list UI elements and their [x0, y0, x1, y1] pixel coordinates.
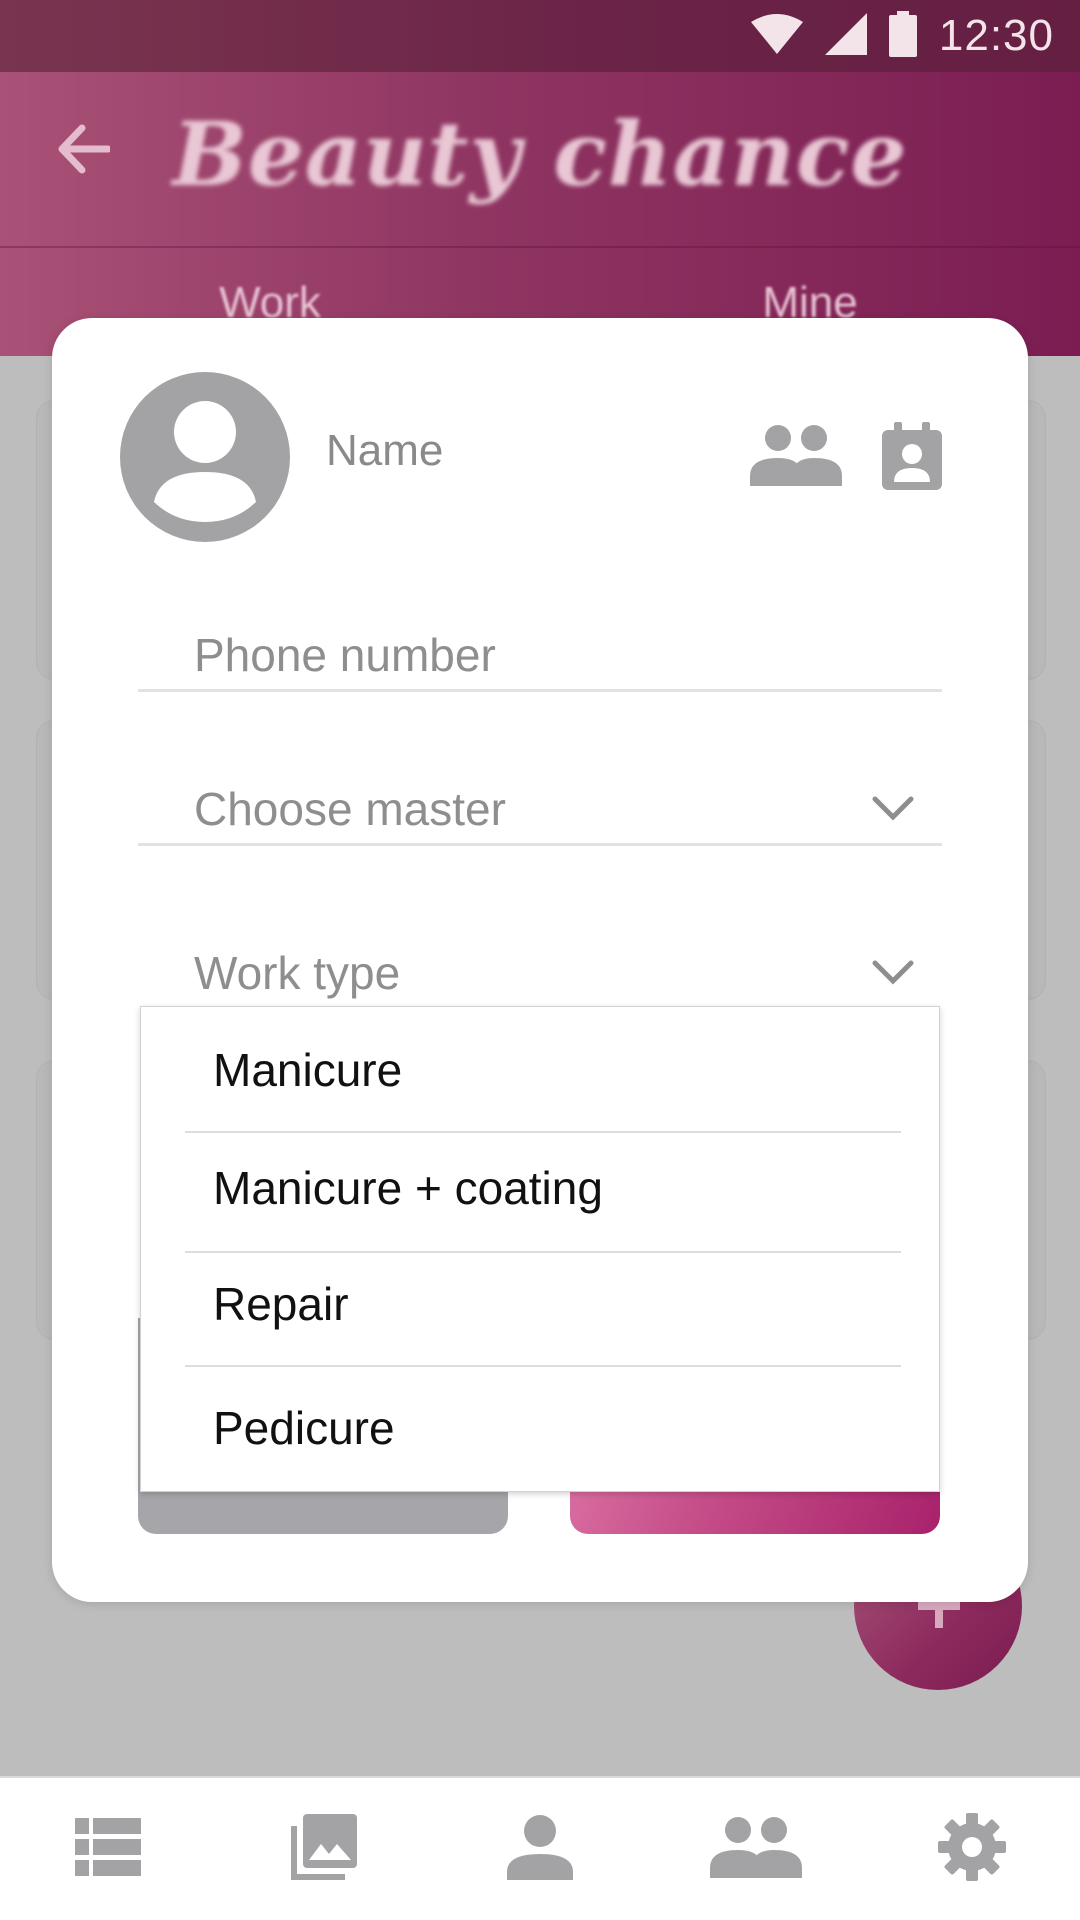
nav-profile[interactable] [470, 1799, 610, 1899]
contact-calendar-icon[interactable] [882, 422, 942, 495]
nav-settings[interactable] [902, 1799, 1042, 1899]
status-bar: 12:30 [0, 0, 1080, 72]
nav-clients[interactable] [686, 1799, 826, 1899]
app-title: Beauty chance [172, 102, 908, 206]
wifi-icon [750, 13, 803, 59]
person-icon [507, 1814, 573, 1885]
signal-icon [824, 12, 867, 60]
app-bar: Beauty chance Work Mine [0, 72, 1080, 356]
phone-number-placeholder: Phone number [194, 629, 496, 681]
option-label: Manicure + coating [213, 1162, 603, 1214]
dropdown-option-manicure-coating[interactable]: Manicure + coating [141, 1125, 941, 1235]
group-icon[interactable] [750, 424, 842, 491]
status-time: 12:30 [938, 11, 1054, 60]
choose-master-placeholder: Choose master [194, 783, 506, 835]
dropdown-option-repair[interactable]: Repair [141, 1241, 941, 1351]
option-label: Repair [213, 1278, 349, 1330]
chevron-down-icon [872, 796, 914, 827]
option-label: Pedicure [213, 1402, 395, 1454]
battery-icon [888, 10, 917, 62]
work-type-placeholder: Work type [194, 947, 401, 999]
choose-master-select[interactable]: Choose master [138, 756, 942, 846]
chevron-down-icon [872, 960, 914, 991]
nav-list[interactable] [38, 1799, 178, 1899]
gallery-icon [291, 1813, 357, 1885]
bottom-navigation [0, 1776, 1080, 1920]
dropdown-option-pedicure[interactable]: Pedicure [141, 1365, 941, 1475]
phone-number-input[interactable]: Phone number [138, 602, 942, 692]
group-icon [710, 1816, 802, 1883]
dropdown-option-manicure[interactable]: Manicure [141, 1007, 941, 1117]
nav-gallery[interactable] [254, 1799, 394, 1899]
work-type-select[interactable]: Work type [138, 920, 942, 1010]
work-type-dropdown: Manicure Manicure + coating Repair Pedic… [140, 1006, 940, 1492]
account-circle-icon[interactable] [120, 372, 290, 542]
name-field[interactable]: Name [326, 426, 443, 476]
list-icon [75, 1817, 141, 1881]
option-label: Manicure [213, 1044, 403, 1096]
settings-icon [938, 1812, 1006, 1886]
